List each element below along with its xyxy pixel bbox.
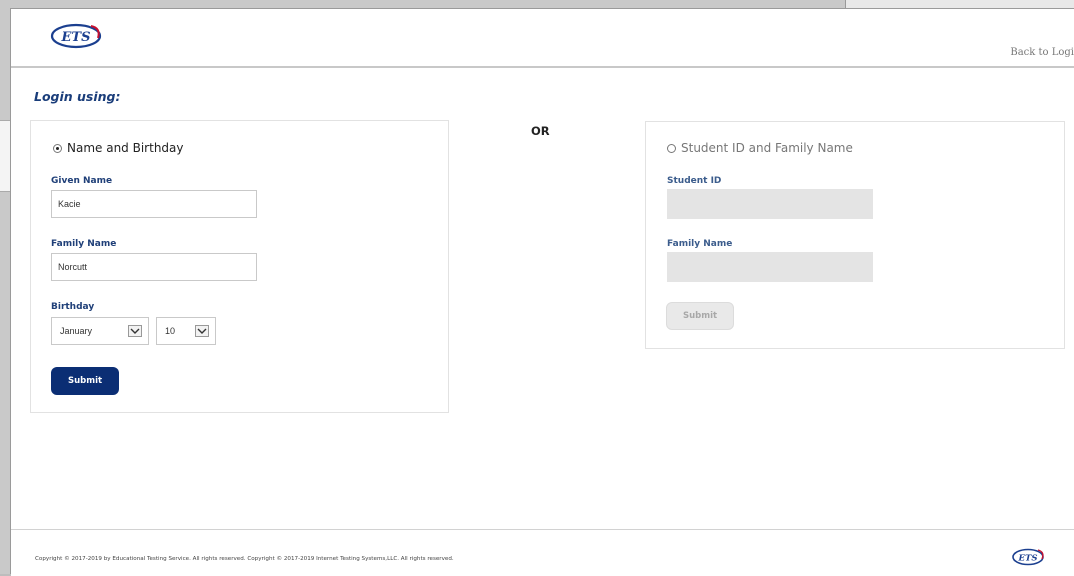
birth-month-value: January (60, 326, 93, 336)
chevron-down-icon[interactable] (195, 325, 209, 337)
or-separator: OR (531, 124, 550, 138)
family-name-label: Family Name (51, 239, 117, 249)
back-to-login-link[interactable]: Back to Logi (1010, 47, 1074, 58)
chevron-down-icon[interactable] (128, 325, 142, 337)
footer: Copyright © 2017-2019 by Educational Tes… (11, 529, 1074, 576)
submit-button-disabled[interactable]: Submit (666, 302, 734, 330)
family-name-input[interactable] (51, 253, 257, 281)
login-using-heading: Login using: (34, 89, 121, 104)
student-id-option[interactable]: Student ID and Family Name (667, 141, 853, 155)
birth-month-select[interactable]: January (51, 317, 149, 345)
student-id-input[interactable] (667, 189, 873, 219)
birth-day-value: 10 (165, 326, 176, 336)
svg-text:ETS: ETS (1018, 554, 1038, 564)
copyright-text: Copyright © 2017-2019 by Educational Tes… (35, 556, 454, 562)
name-birthday-panel: Name and Birthday Given Name Family Name… (30, 120, 449, 413)
family-name-label-right: Family Name (667, 239, 733, 249)
name-birthday-option[interactable]: Name and Birthday (53, 141, 184, 155)
ets-logo: ETS (50, 23, 102, 49)
birthday-label: Birthday (51, 302, 95, 312)
login-window: ETS Back to Logi Login using: OR Name an… (10, 8, 1074, 576)
name-birthday-option-label: Name and Birthday (67, 141, 184, 155)
student-id-option-label: Student ID and Family Name (681, 141, 853, 155)
header: ETS Back to Logi (11, 9, 1074, 68)
given-name-input[interactable] (51, 190, 257, 218)
radio-unselected-icon[interactable] (667, 143, 676, 153)
svg-text:ETS: ETS (61, 30, 91, 45)
submit-button[interactable]: Submit (51, 367, 119, 395)
radio-selected-icon[interactable] (53, 143, 62, 153)
background-window-strip (0, 120, 10, 192)
ets-footer-logo: ETS (1012, 548, 1044, 566)
birth-day-select[interactable]: 10 (156, 317, 216, 345)
family-name-input-right[interactable] (667, 252, 873, 282)
student-id-label: Student ID (667, 176, 722, 186)
given-name-label: Given Name (51, 176, 113, 186)
student-id-panel: Student ID and Family Name Student ID Fa… (645, 121, 1065, 349)
